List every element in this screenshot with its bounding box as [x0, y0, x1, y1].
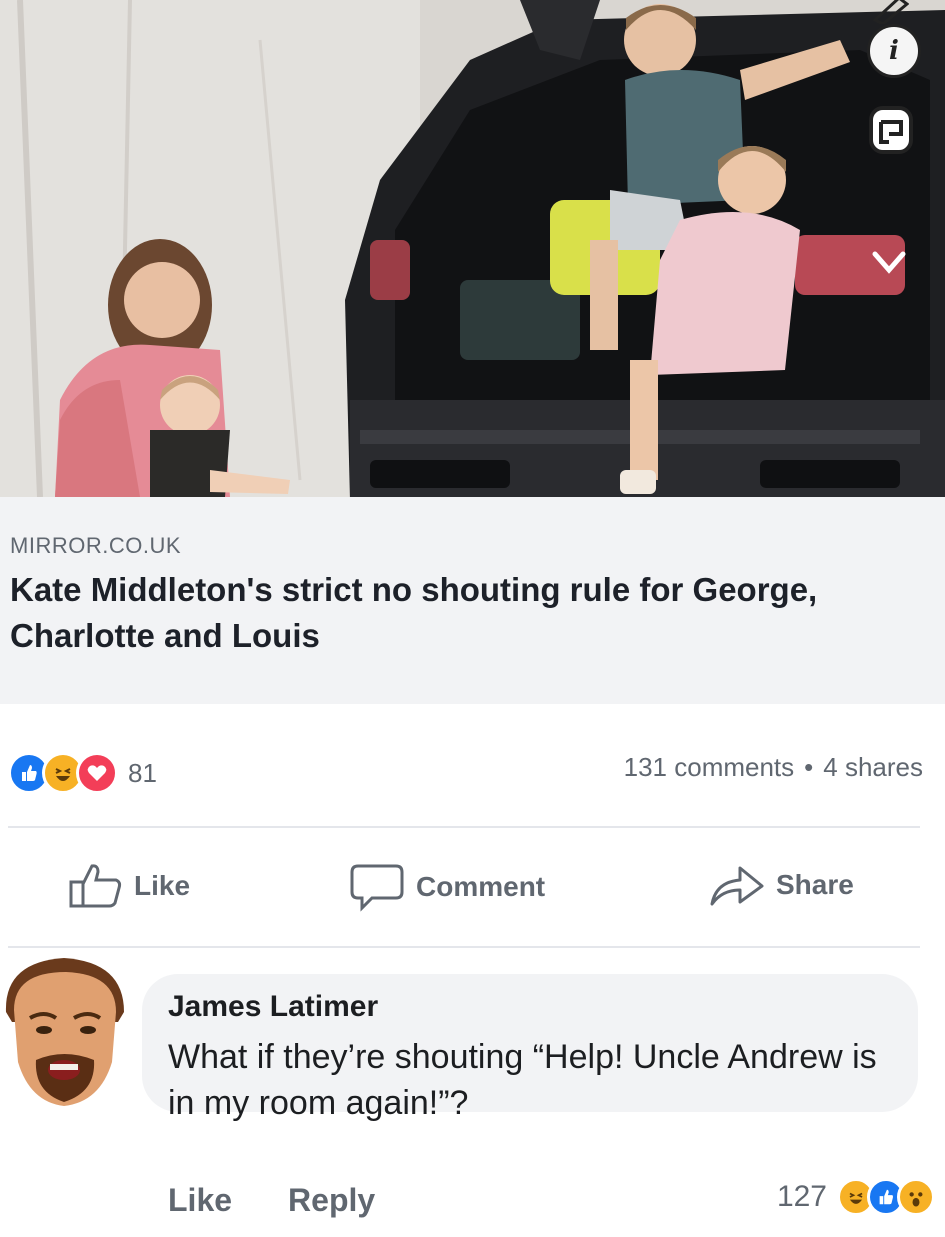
reaction-summary[interactable]: 81	[8, 752, 157, 794]
share-label: Share	[776, 869, 854, 900]
info-glyph: i	[889, 36, 899, 66]
comment-author[interactable]: James Latimer	[168, 990, 894, 1024]
divider	[8, 826, 920, 828]
thumbs-up-icon	[69, 864, 122, 908]
wow-reaction-icon	[897, 1178, 935, 1216]
post-photo[interactable]: i	[0, 0, 945, 497]
comment-reply-link[interactable]: Reply	[288, 1182, 375, 1219]
like-label: Like	[134, 870, 191, 901]
avatar[interactable]	[0, 952, 130, 1108]
share-to-icon[interactable]	[867, 104, 915, 156]
reaction-count: 81	[128, 757, 157, 788]
link-preview[interactable]: MIRROR.CO.UK Kate Middleton's strict no …	[0, 497, 945, 704]
photo-illustration	[0, 0, 945, 497]
comment-label: Comment	[416, 871, 546, 902]
pencil-icon[interactable]	[869, 0, 909, 24]
comment-share-counts[interactable]: 131 comments • 4 shares	[624, 752, 923, 783]
like-button[interactable]: Like	[68, 862, 190, 910]
love-reaction-icon	[76, 752, 118, 794]
comment-button[interactable]: Comment	[348, 862, 545, 912]
post-stats: 81 131 comments • 4 shares	[0, 704, 945, 828]
comment-bubble: James Latimer What if they’re shouting “…	[142, 974, 918, 1122]
comment-text: What if they’re shouting “Help! Uncle An…	[168, 1038, 877, 1122]
comment: James Latimer What if they’re shouting “…	[0, 948, 945, 1237]
share-button[interactable]: Share	[708, 862, 854, 908]
speech-bubble-icon	[350, 864, 404, 912]
post-action-bar: Like Comment Share	[0, 830, 945, 948]
chevron-down-icon[interactable]	[867, 240, 911, 284]
share-arrow-icon	[710, 866, 764, 906]
info-icon[interactable]: i	[867, 24, 921, 78]
stats-separator: •	[804, 752, 814, 782]
photo-controls: i	[857, 0, 937, 300]
comments-count[interactable]: 131 comments	[624, 752, 795, 782]
link-domain: MIRROR.CO.UK	[10, 533, 181, 558]
comment-actions: Like Reply	[168, 1182, 431, 1219]
link-title[interactable]: Kate Middleton's strict no shouting rule…	[10, 567, 890, 659]
comment-reaction-summary[interactable]: 127	[776, 1178, 935, 1216]
comment-reaction-count: 127	[776, 1180, 827, 1213]
comment-like-link[interactable]: Like	[168, 1182, 232, 1219]
shares-count[interactable]: 4 shares	[823, 752, 923, 782]
